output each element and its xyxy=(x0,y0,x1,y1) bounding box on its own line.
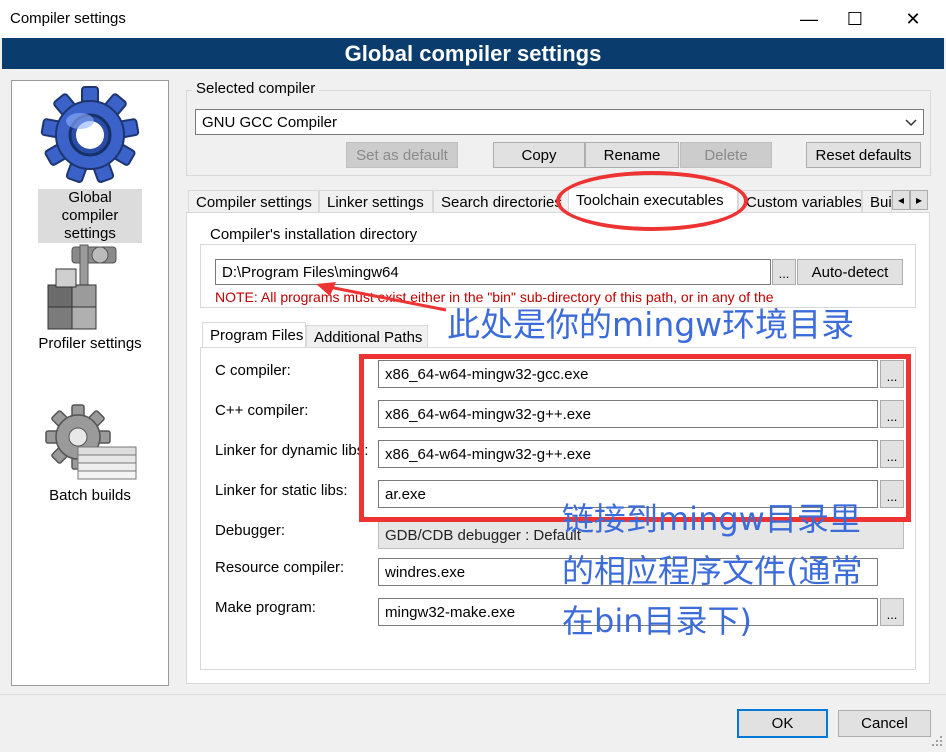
sidebar: Global compiler settings Profiler settin… xyxy=(11,80,169,686)
footer-divider xyxy=(0,694,946,695)
tab-scroll-right-button[interactable]: ▸ xyxy=(910,190,928,210)
set-as-default-button[interactable]: Set as default xyxy=(346,142,458,168)
subtab-additional-paths[interactable]: Additional Paths xyxy=(306,325,428,349)
sidebar-item-profiler[interactable]: Profiler settings xyxy=(12,239,168,353)
annotation-link-line-2: 的相应程序文件(通常 xyxy=(562,552,863,590)
annotation-env-dir: 此处是你的mingw环境目录 xyxy=(447,305,855,344)
sidebar-item-label: Profiler settings xyxy=(38,335,142,352)
installation-directory-input[interactable]: D:\Program Files\mingw64 xyxy=(215,259,771,285)
selected-compiler-group-title: Selected compiler xyxy=(192,80,320,97)
sidebar-item-label: Global compiler settings xyxy=(38,189,142,243)
rename-button[interactable]: Rename xyxy=(585,142,679,168)
make-program-label: Make program: xyxy=(215,599,316,616)
installation-directory-title: Compiler's installation directory xyxy=(206,226,422,243)
compiler-select-value: GNU GCC Compiler xyxy=(202,113,338,131)
reset-defaults-button[interactable]: Reset defaults xyxy=(806,142,921,168)
ok-button[interactable]: OK xyxy=(737,709,828,738)
annotation-arrow xyxy=(316,282,447,312)
chevron-down-icon xyxy=(905,114,917,131)
batch-builds-icon xyxy=(12,403,168,487)
make-program-browse-button[interactable]: ... xyxy=(880,598,904,626)
linker-static-label: Linker for static libs: xyxy=(215,482,348,499)
sidebar-item-label: Batch builds xyxy=(49,487,131,504)
resource-compiler-label: Resource compiler: xyxy=(215,559,345,576)
delete-button[interactable]: Delete xyxy=(680,142,772,168)
tab-search-directories[interactable]: Search directories xyxy=(433,190,562,214)
maximize-button[interactable]: ☐ xyxy=(832,0,878,38)
window-title: Compiler settings xyxy=(10,10,126,27)
minimize-button[interactable]: — xyxy=(786,0,832,38)
copy-button[interactable]: Copy xyxy=(493,142,585,168)
gear-icon xyxy=(12,85,168,189)
annotation-link-line-1: 链接到mingw目录里 xyxy=(562,500,861,538)
cpp-compiler-label: C++ compiler: xyxy=(215,402,309,419)
tab-compiler-settings[interactable]: Compiler settings xyxy=(188,190,319,214)
sidebar-item-batch-builds[interactable]: Batch builds xyxy=(12,403,168,505)
auto-detect-button[interactable]: Auto-detect xyxy=(797,259,903,285)
tab-linker-settings[interactable]: Linker settings xyxy=(319,190,433,214)
close-button[interactable]: ✕ xyxy=(890,0,936,38)
linker-dynamic-label: Linker for dynamic libs: xyxy=(215,442,369,459)
title-bar: Compiler settings — ☐ ✕ xyxy=(0,0,946,38)
resize-grip-icon[interactable] xyxy=(930,734,944,748)
annotation-link-line-3: 在bin目录下) xyxy=(562,602,752,640)
tab-custom-variables[interactable]: Custom variables xyxy=(738,190,862,214)
tab-build-options[interactable]: Bui xyxy=(862,190,892,214)
page-header-banner: Global compiler settings xyxy=(2,38,944,69)
cancel-button[interactable]: Cancel xyxy=(838,710,931,737)
compiler-select[interactable]: GNU GCC Compiler xyxy=(195,109,924,135)
c-compiler-label: C compiler: xyxy=(215,362,291,379)
install-dir-browse-button[interactable]: ... xyxy=(772,259,796,285)
subtab-program-files[interactable]: Program Files xyxy=(202,322,306,348)
annotation-ellipse-toolchain-tab xyxy=(556,171,748,231)
tab-scroll-left-button[interactable]: ◂ xyxy=(892,190,910,210)
profiler-icon xyxy=(12,239,168,335)
sidebar-item-global-compiler[interactable]: Global compiler settings xyxy=(12,85,168,243)
debugger-label: Debugger: xyxy=(215,522,286,539)
